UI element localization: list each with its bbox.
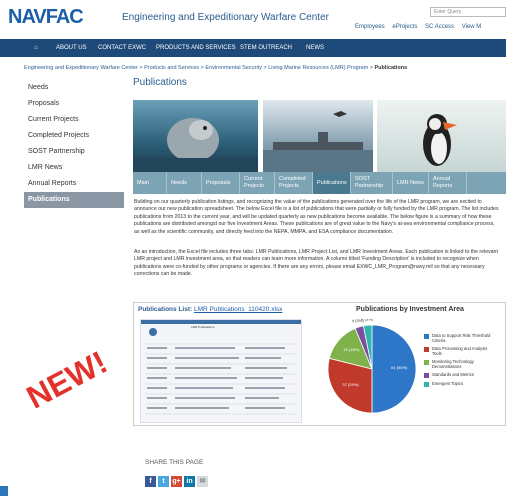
share-label: SHARE THIS PAGE <box>145 459 204 466</box>
new-badge: NEW! <box>21 344 113 416</box>
google-plus-icon[interactable]: g+ <box>171 476 182 487</box>
facebook-icon[interactable]: f <box>145 476 156 487</box>
social-share-bar: f t g+ in ✉ <box>145 476 210 487</box>
email-icon[interactable]: ✉ <box>197 476 208 487</box>
twitter-icon[interactable]: t <box>158 476 169 487</box>
corner-accent <box>0 486 8 496</box>
new-badge-layer: NEW! <box>21 344 113 416</box>
linkedin-icon[interactable]: in <box>184 476 195 487</box>
